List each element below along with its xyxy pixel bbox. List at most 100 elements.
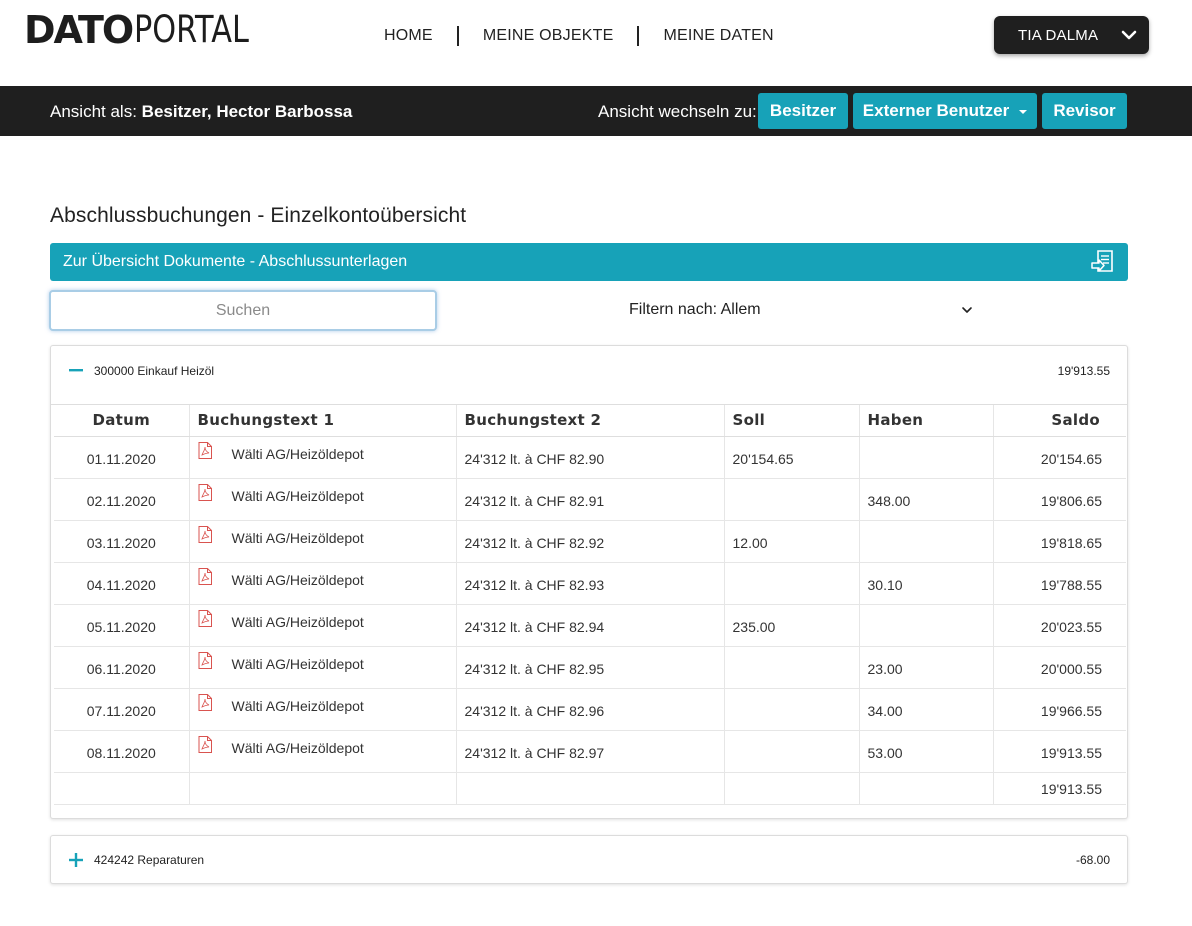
- column-header-haben[interactable]: Haben: [859, 405, 994, 437]
- table-row: 01.11.2020 Wälti AG/Heizöldepot 24'312 lt.…: [54, 436, 1126, 479]
- view-besitzer-label: Besitzer: [769, 101, 837, 120]
- cell-buchungstext-1: Wälti AG/Heizöldepot: [189, 562, 457, 605]
- cell-empty: [859, 772, 994, 805]
- plus-icon[interactable]: [68, 852, 84, 868]
- account-panel: 300000 Einkauf Heizöl 19'913.55 Datum Bu…: [50, 345, 1128, 819]
- cell-date: 06.11.2020: [54, 646, 190, 689]
- view-revisor-button[interactable]: Revisor: [1042, 93, 1127, 129]
- cell-haben: 34.00: [859, 688, 994, 731]
- cell-buchungstext-1: Wälti AG/Heizöldepot: [189, 730, 457, 773]
- table-row: 08.11.2020 Wälti AG/Heizöldepot 24'312 lt.…: [54, 730, 1126, 773]
- pdf-icon[interactable]: [198, 567, 212, 585]
- documents-overview-label: Zur Übersicht Dokumente - Abschlussunter…: [63, 253, 408, 270]
- view-switch-bar: Ansicht als: Besitzer, Hector Barbossa A…: [0, 86, 1192, 136]
- user-menu-button[interactable]: TIA DALMA: [994, 16, 1149, 54]
- account-total: 19'913.55: [1057, 364, 1110, 378]
- view-externer-benutzer-dropdown[interactable]: Externer Benutzer: [853, 93, 1037, 129]
- cell-buchungstext-1-text: Wälti AG/Heizöldepot: [231, 529, 364, 546]
- cell-buchungstext-2: 24'312 lt. à CHF 82.97: [456, 730, 725, 773]
- cell-buchungstext-1-text: Wälti AG/Heizöldepot: [231, 613, 364, 630]
- current-view-prefix: Ansicht als:: [50, 102, 137, 121]
- closing-balance-row: 19'913.55: [54, 772, 1126, 805]
- nav-separator: [637, 26, 640, 46]
- main-nav: HOME MEINE OBJEKTE MEINE DATEN: [370, 26, 788, 46]
- logo-bold-text: DATO: [24, 8, 134, 52]
- chevron-down-icon: [1121, 30, 1137, 40]
- cell-buchungstext-1: Wälti AG/Heizöldepot: [189, 478, 457, 521]
- account-total: -68.00: [1075, 853, 1110, 867]
- table-row: 05.11.2020 Wälti AG/Heizöldepot 24'312 lt.…: [54, 604, 1126, 647]
- cell-date: 01.11.2020: [54, 436, 190, 479]
- cell-haben: 30.10: [859, 562, 994, 605]
- cell-soll: [724, 478, 860, 521]
- cell-empty: [456, 772, 725, 805]
- cell-date: 07.11.2020: [54, 688, 190, 731]
- top-header: DATO PORTAL HOME MEINE OBJEKTE MEINE DATE…: [0, 0, 1192, 86]
- nav-meine-daten[interactable]: MEINE DATEN: [649, 26, 787, 46]
- cell-buchungstext-1-text: Wälti AG/Heizöldepot: [231, 739, 364, 756]
- pdf-icon[interactable]: [198, 441, 212, 459]
- nav-home[interactable]: HOME: [370, 26, 447, 46]
- table-row: 07.11.2020 Wälti AG/Heizöldepot 24'312 lt.…: [54, 688, 1126, 731]
- current-view-value: Besitzer, Hector Barbossa: [141, 102, 353, 121]
- cell-saldo: 19'913.55: [993, 730, 1126, 773]
- cell-buchungstext-2: 24'312 lt. à CHF 82.92: [456, 520, 725, 563]
- pdf-icon[interactable]: [198, 609, 212, 627]
- table-header-row: Datum Buchungstext 1 Buchungstext 2 Soll…: [54, 405, 1126, 437]
- cell-buchungstext-1-text: Wälti AG/Heizöldepot: [231, 445, 364, 462]
- cell-buchungstext-1: Wälti AG/Heizöldepot: [189, 646, 457, 689]
- view-externer-benutzer-label: Externer Benutzer: [862, 101, 1010, 120]
- pdf-icon[interactable]: [198, 693, 212, 711]
- search-input[interactable]: [49, 290, 437, 331]
- nav-separator: [456, 26, 459, 46]
- pdf-icon[interactable]: [198, 735, 212, 753]
- cell-date: 05.11.2020: [54, 604, 190, 647]
- column-header-saldo[interactable]: Saldo: [993, 405, 1126, 437]
- cell-date: 02.11.2020: [54, 478, 190, 521]
- cell-haben: [859, 520, 994, 563]
- documents-overview-link[interactable]: Zur Übersicht Dokumente - Abschlussunter…: [50, 243, 1128, 281]
- pdf-icon[interactable]: [198, 651, 212, 669]
- cell-saldo: 19'818.65: [993, 520, 1126, 563]
- cell-buchungstext-1-text: Wälti AG/Heizöldepot: [231, 697, 364, 714]
- current-view-label: Ansicht als: Besitzer, Hector Barbossa: [50, 102, 352, 122]
- cell-buchungstext-1: Wälti AG/Heizöldepot: [189, 520, 457, 563]
- filter-select[interactable]: Filtern nach: Allem: [629, 301, 761, 319]
- logo-light-text: PORTAL: [134, 8, 250, 51]
- minus-icon[interactable]: [68, 362, 84, 378]
- cell-buchungstext-2: 24'312 lt. à CHF 82.96: [456, 688, 725, 731]
- cell-buchungstext-1: Wälti AG/Heizöldepot: [189, 688, 457, 731]
- cell-saldo: 19'806.65: [993, 478, 1126, 521]
- cell-buchungstext-1-text: Wälti AG/Heizöldepot: [231, 655, 364, 672]
- cell-closing-saldo: 19'913.55: [993, 772, 1126, 805]
- nav-meine-objekte[interactable]: MEINE OBJEKTE: [469, 26, 628, 46]
- view-besitzer-button[interactable]: Besitzer: [758, 93, 848, 129]
- account-header[interactable]: 424242 Reparaturen -68.00: [51, 836, 1127, 884]
- column-header-datum[interactable]: Datum: [54, 405, 190, 437]
- cell-haben: 348.00: [859, 478, 994, 521]
- column-header-buchungstext-2[interactable]: Buchungstext 2: [456, 405, 725, 437]
- cell-haben: 53.00: [859, 730, 994, 773]
- cell-haben: 23.00: [859, 646, 994, 689]
- cell-date: 08.11.2020: [54, 730, 190, 773]
- chevron-down-icon[interactable]: [961, 305, 973, 315]
- cell-empty: [724, 772, 860, 805]
- column-header-buchungstext-1[interactable]: Buchungstext 1: [189, 405, 457, 437]
- pdf-icon[interactable]: [198, 525, 212, 543]
- cell-buchungstext-2: 24'312 lt. à CHF 82.94: [456, 604, 725, 647]
- cell-saldo: 19'966.55: [993, 688, 1126, 731]
- caret-down-icon: [1019, 110, 1028, 114]
- switch-view-label: Ansicht wechseln zu:: [598, 102, 757, 121]
- page-title: Abschlussbuchungen - Einzelkontoübersich…: [50, 204, 467, 227]
- cell-date: 03.11.2020: [54, 520, 190, 563]
- cell-empty: [189, 772, 457, 805]
- account-header[interactable]: 300000 Einkauf Heizöl 19'913.55: [51, 346, 1127, 394]
- document-arrow-icon: [1091, 250, 1113, 272]
- column-header-soll[interactable]: Soll: [724, 405, 860, 437]
- dato-portal-logo[interactable]: DATO PORTAL: [24, 8, 274, 52]
- table-row: 02.11.2020 Wälti AG/Heizöldepot 24'312 lt.…: [54, 478, 1126, 521]
- cell-soll: 235.00: [724, 604, 860, 647]
- pdf-icon[interactable]: [198, 483, 212, 501]
- cell-soll: [724, 646, 860, 689]
- cell-empty: [54, 772, 190, 805]
